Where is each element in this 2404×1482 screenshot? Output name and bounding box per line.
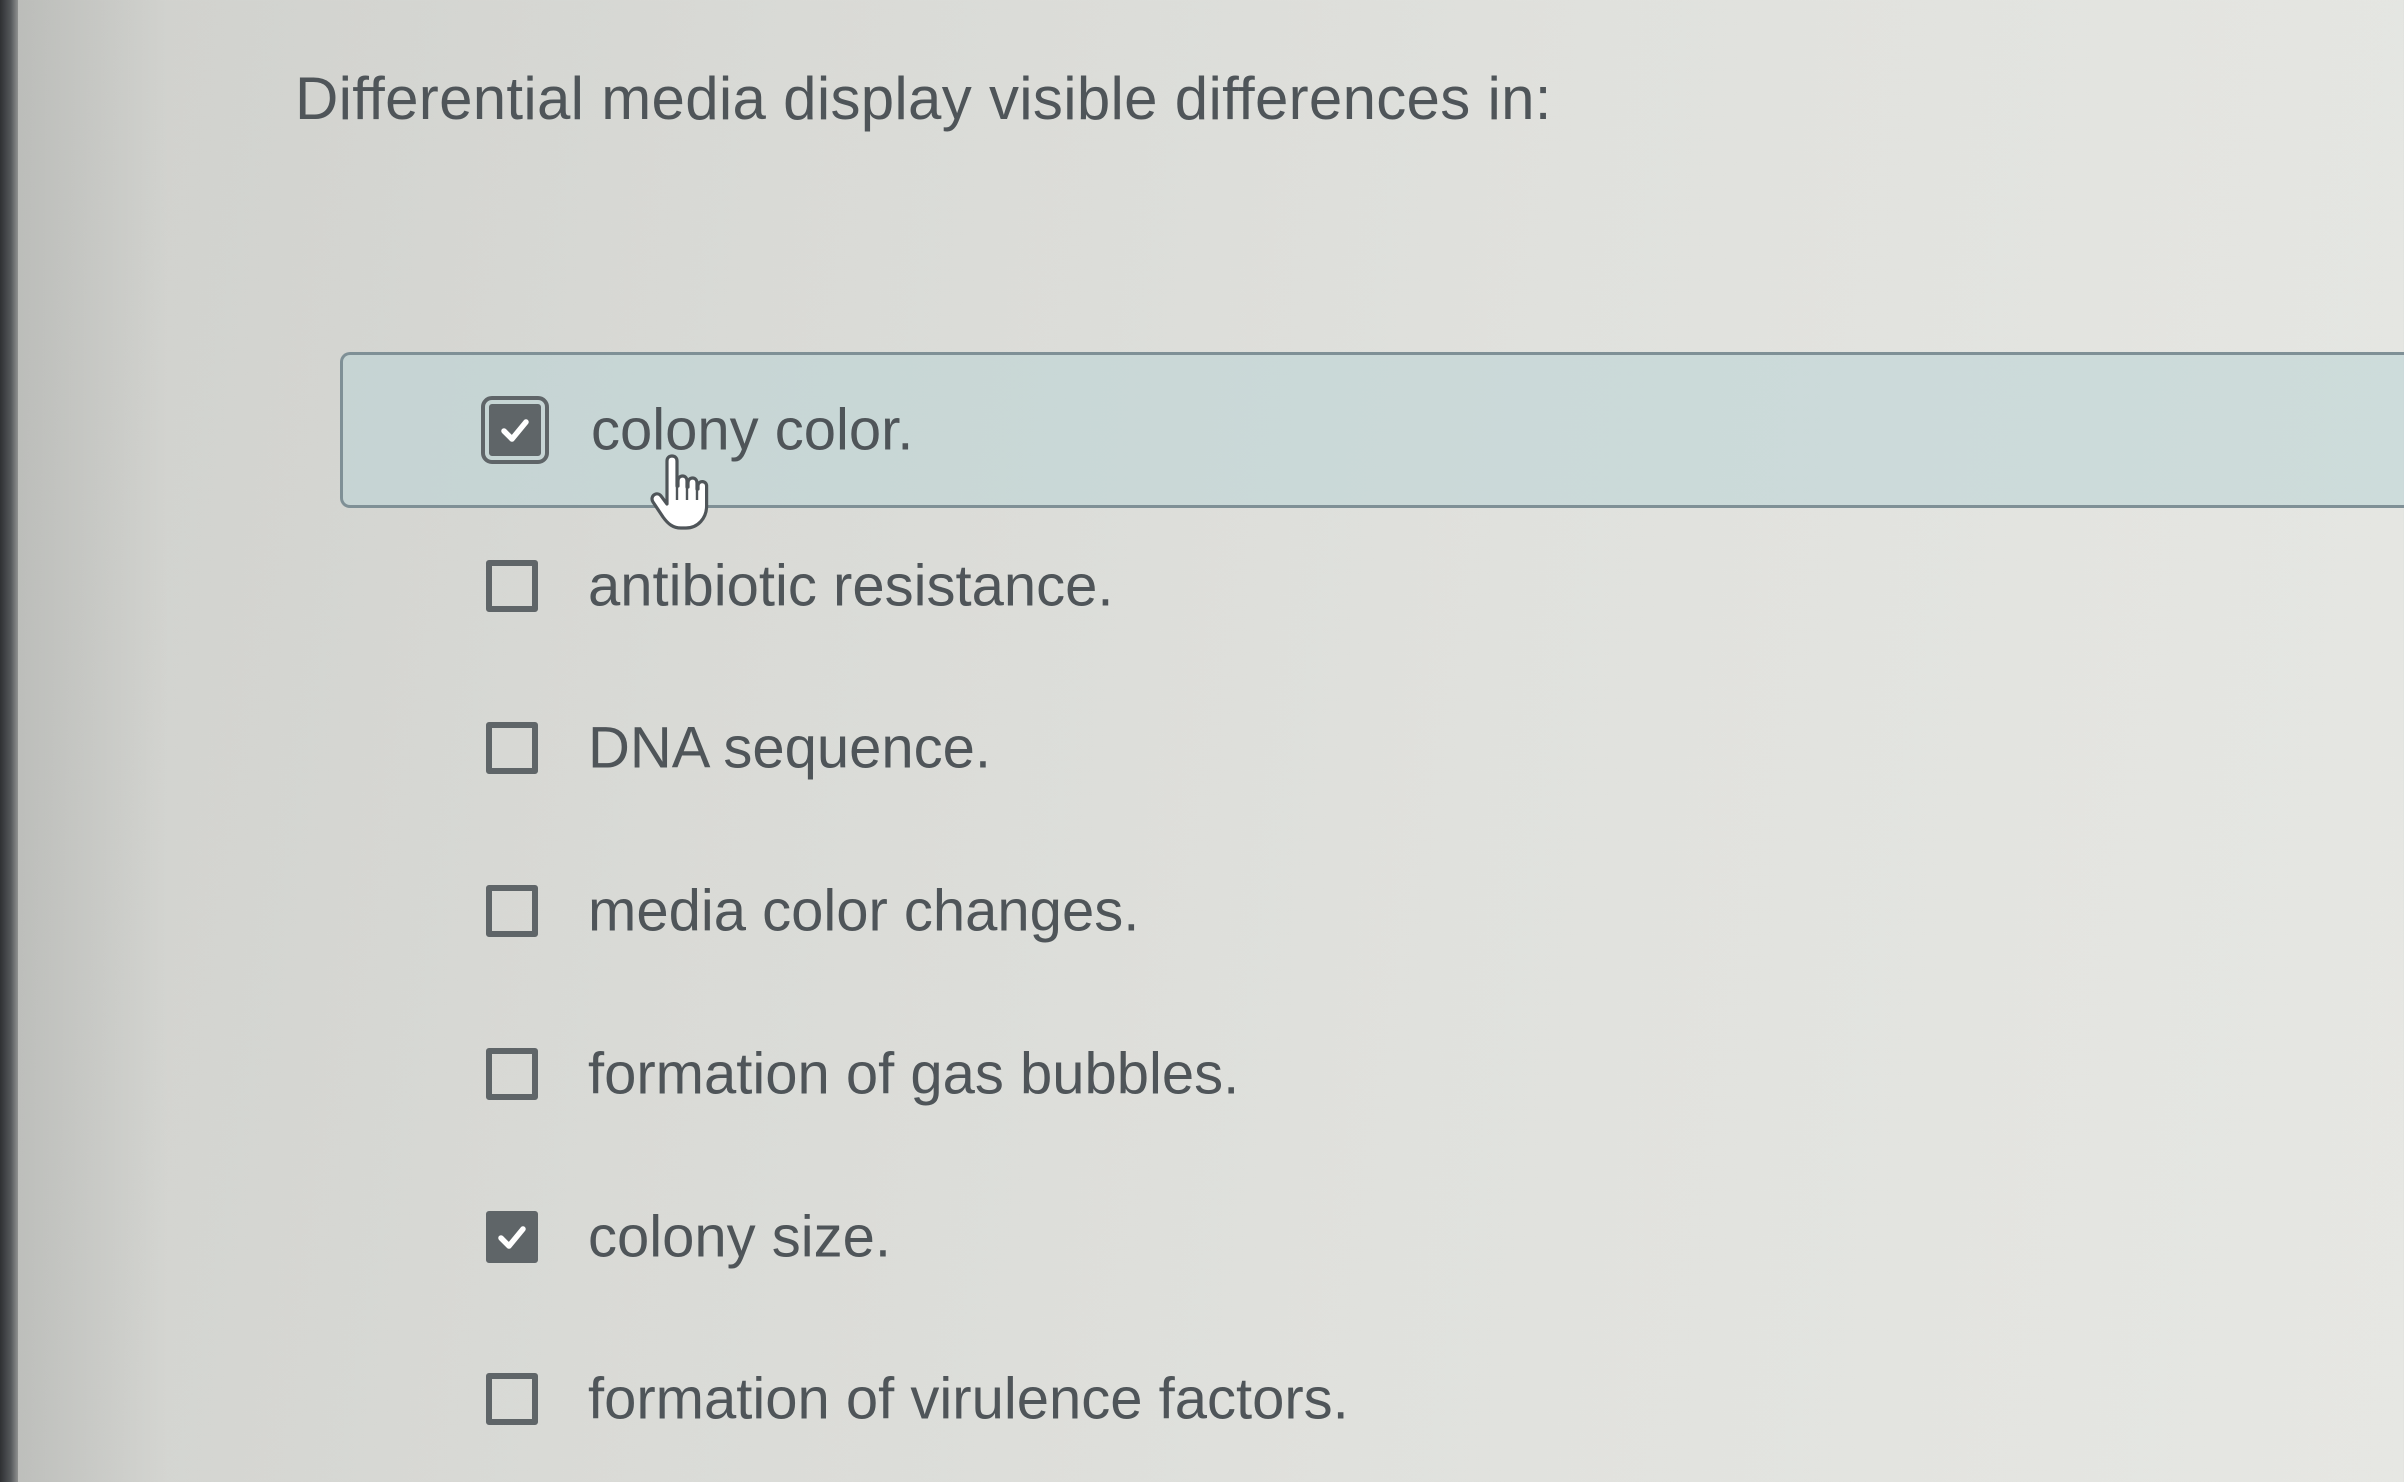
option-checkbox[interactable] [486, 560, 538, 612]
checkmark-icon [501, 419, 529, 442]
hand-pointer-icon [650, 454, 709, 530]
option-label: formation of gas bubbles. [588, 1041, 1240, 1107]
option-label: colony color. [591, 397, 914, 463]
option-media-color-changes[interactable]: media color changes. [340, 833, 2404, 989]
option-label: DNA sequence. [588, 715, 992, 781]
option-checkbox[interactable] [486, 885, 538, 937]
option-label: antibiotic resistance. [588, 553, 1114, 619]
option-checkbox[interactable] [486, 1048, 538, 1100]
option-label: formation of virulence factors. [588, 1366, 1349, 1432]
answer-options-list: colony color. antibiotic resistance. DNA… [0, 0, 2404, 1482]
option-virulence-factors[interactable]: formation of virulence factors. [340, 1321, 2404, 1477]
option-gas-bubbles[interactable]: formation of gas bubbles. [340, 996, 2404, 1152]
option-checkbox[interactable] [486, 722, 538, 774]
option-label: colony size. [588, 1204, 892, 1270]
option-colony-size[interactable]: colony size. [340, 1159, 2404, 1315]
option-dna-sequence[interactable]: DNA sequence. [340, 670, 2404, 826]
checkmark-icon [498, 1226, 526, 1249]
option-checkbox[interactable] [481, 396, 549, 464]
option-checkbox[interactable] [486, 1211, 538, 1263]
option-label: media color changes. [588, 878, 1140, 944]
option-checkbox[interactable] [486, 1373, 538, 1425]
